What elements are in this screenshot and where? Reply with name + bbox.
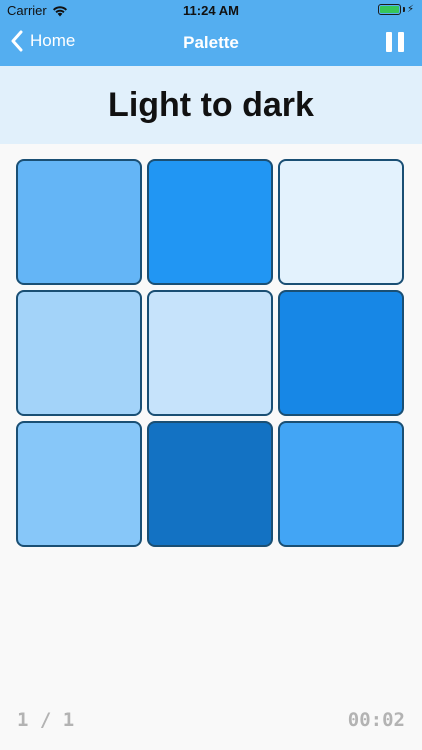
pause-bar-right [398,32,404,52]
battery-tip [402,7,405,12]
top-bar: Carrier 11:24 AM ⚡ Home Palette [0,0,422,66]
page-title: Palette [183,33,239,52]
pause-bar-left [386,32,392,52]
bolt-icon: ⚡ [406,3,414,15]
battery-fill [379,6,399,13]
color-tile-grid [16,159,406,547]
color-tile-7[interactable] [16,421,142,547]
color-tile-4[interactable] [16,290,142,416]
elapsed-timer: 00:02 [347,709,405,731]
color-tile-8[interactable] [147,421,273,547]
color-tile-3[interactable] [278,159,404,285]
color-tile-2[interactable] [147,159,273,285]
color-tile-9[interactable] [278,421,404,547]
battery-icon [377,4,401,15]
status-time: 11:24 AM [183,3,239,18]
color-tile-5[interactable] [147,290,273,416]
puzzle-heading: Light to dark [108,86,314,124]
color-tile-1[interactable] [16,159,142,285]
pause-button[interactable] [386,32,404,52]
status-bar: Carrier 11:24 AM ⚡ [0,0,422,22]
level-progress: 1 / 1 [17,709,75,731]
nav-bar: Home Palette [0,22,422,66]
color-tile-6[interactable] [278,290,404,416]
battery-group: ⚡ [377,3,414,15]
heading-band: Light to dark [0,66,422,144]
